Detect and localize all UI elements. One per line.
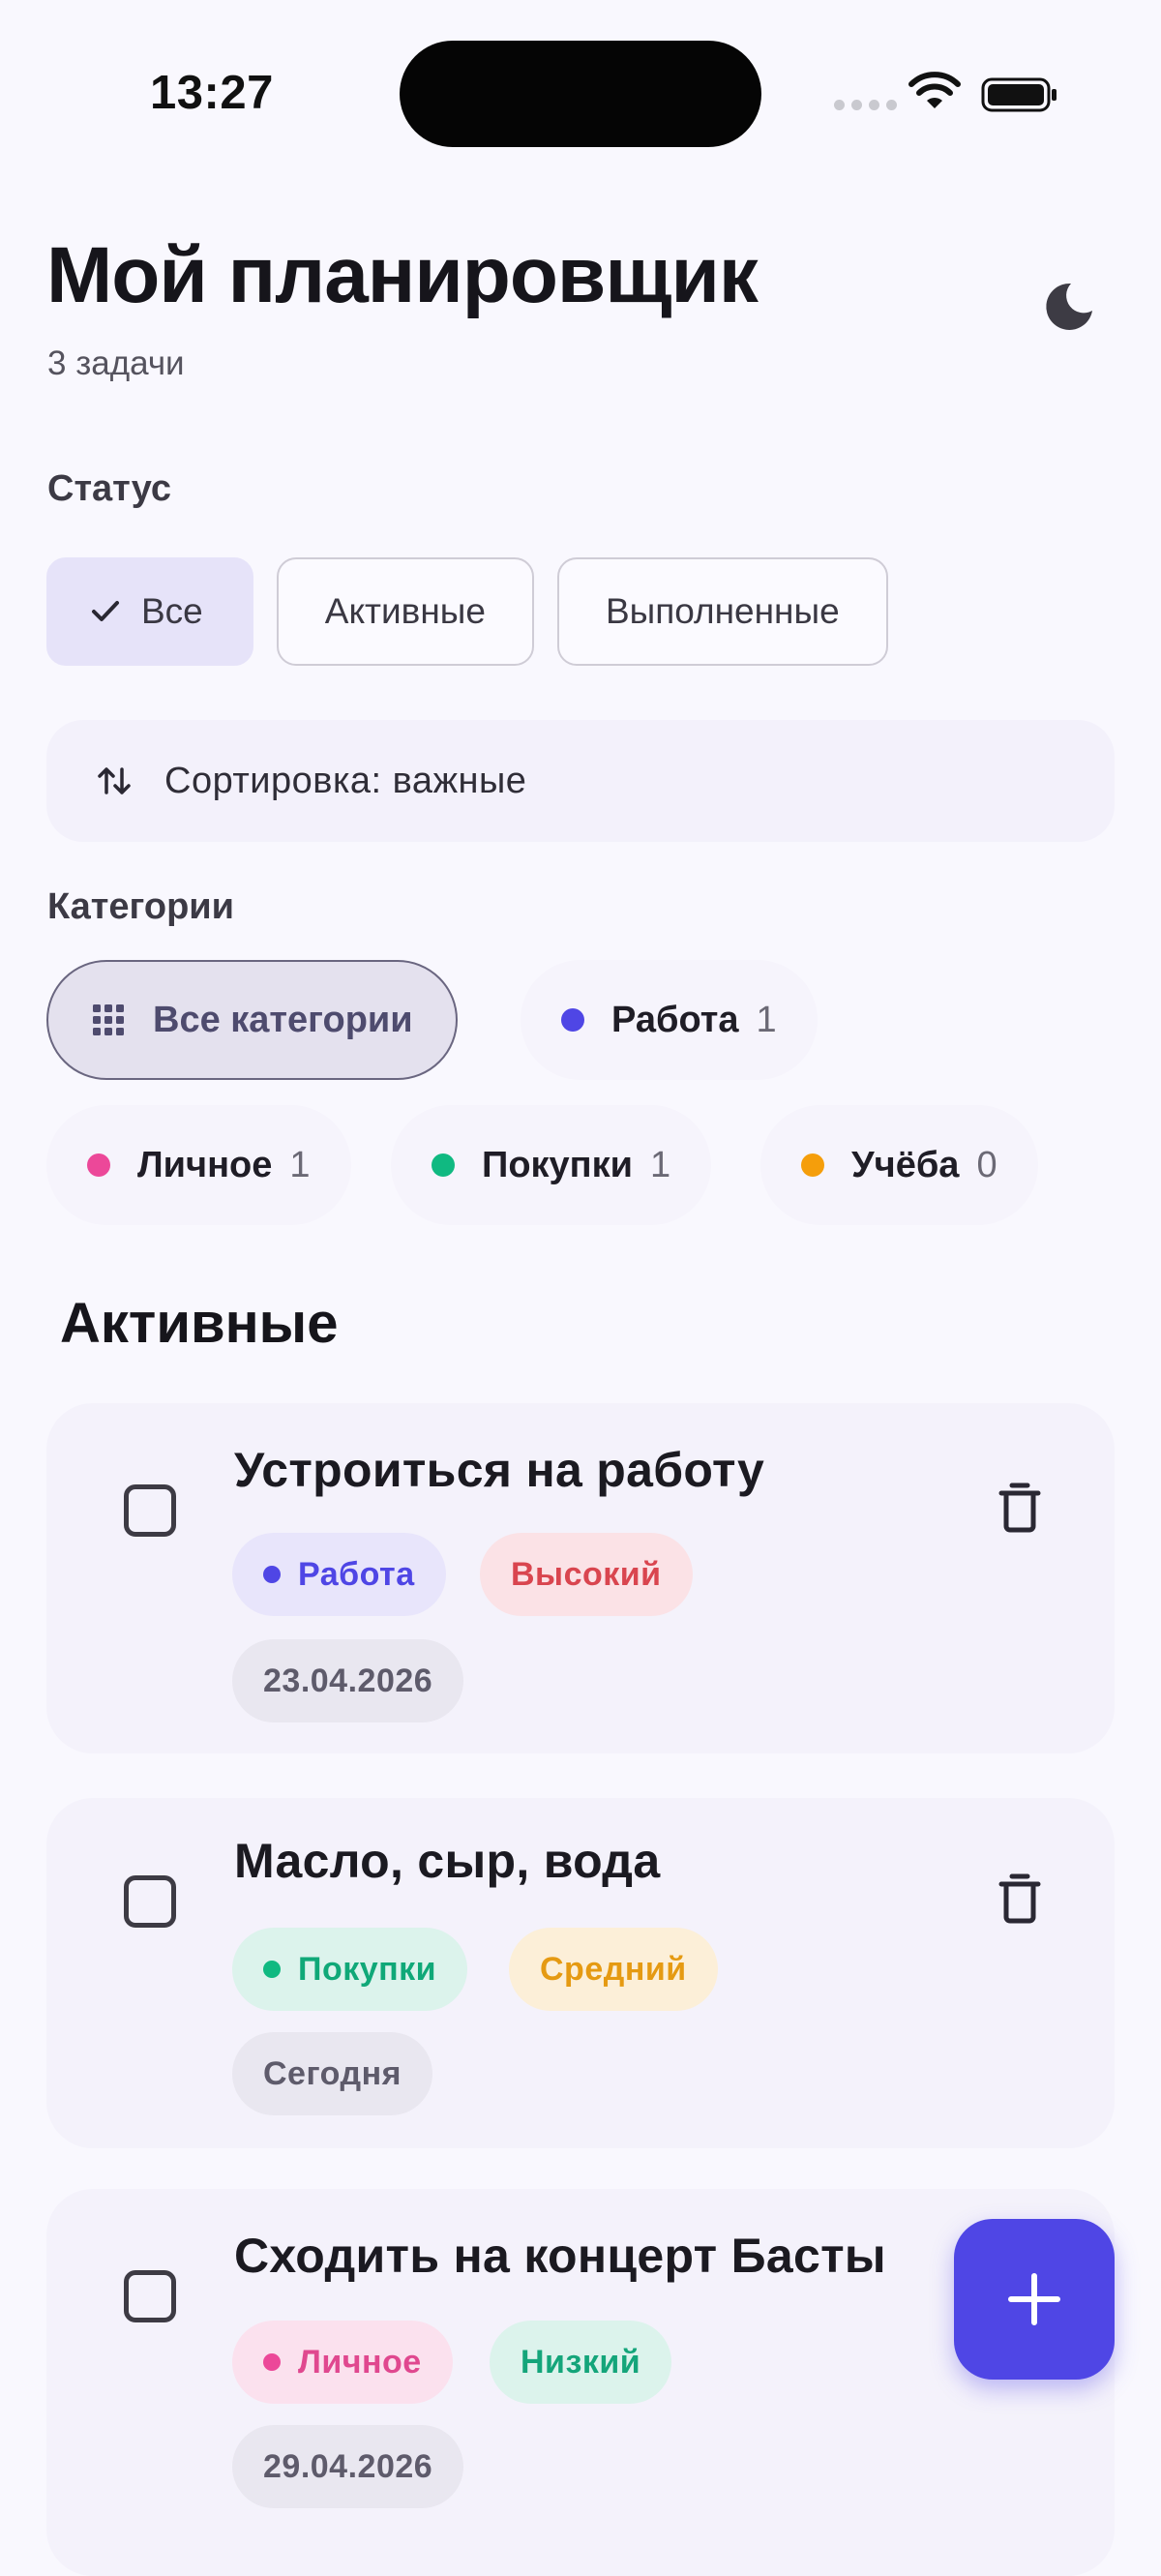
category-chip-count: 1 xyxy=(289,1144,311,1185)
status-time: 13:27 xyxy=(150,67,274,119)
task-card[interactable]: Масло, сыр, вода Покупки Средний Сегодня xyxy=(46,1798,1115,2148)
category-color-dot xyxy=(432,1153,455,1177)
category-chip-label: Покупки xyxy=(482,1144,634,1185)
page-title: Мой планировщик xyxy=(46,231,759,319)
category-chip-label: Личное xyxy=(137,1144,273,1185)
category-chip-label: Все категории xyxy=(153,999,413,1040)
battery-icon xyxy=(981,77,1057,112)
trash-icon xyxy=(998,1873,1041,1924)
task-category-label: Работа xyxy=(298,1555,415,1593)
category-chip-label: Учёба xyxy=(851,1144,960,1185)
task-priority-label: Средний xyxy=(540,1950,687,1988)
cellular-signal-icon xyxy=(834,100,897,110)
categories-section-label: Категории xyxy=(47,886,235,927)
task-priority-label: Высокий xyxy=(511,1555,662,1593)
grid-icon xyxy=(93,1004,124,1035)
category-chip-count: 0 xyxy=(976,1144,997,1185)
task-date-label: 29.04.2026 xyxy=(263,2447,433,2485)
category-color-dot xyxy=(87,1153,110,1177)
status-section-label: Статус xyxy=(47,468,172,509)
filter-completed-button[interactable]: Выполненные xyxy=(556,557,888,666)
sort-button[interactable]: Сортировка: важные xyxy=(46,720,1115,842)
category-chip-all[interactable]: Все категории xyxy=(46,960,458,1080)
theme-toggle-button[interactable] xyxy=(1035,273,1103,341)
delete-task-button[interactable] xyxy=(993,1477,1047,1537)
check-icon xyxy=(92,601,119,621)
category-chip-count: 1 xyxy=(756,999,777,1040)
category-chip-personal[interactable]: Личное 1 xyxy=(46,1105,351,1225)
task-checkbox[interactable] xyxy=(124,1875,176,1928)
task-priority-tag: Средний xyxy=(509,1928,718,2011)
task-count: 3 задачи xyxy=(47,344,185,382)
task-priority-tag: Низкий xyxy=(490,2321,672,2404)
task-date-label: 23.04.2026 xyxy=(263,1662,433,1699)
category-chip-label: Работа xyxy=(611,999,739,1040)
filter-active-button[interactable]: Активные xyxy=(276,557,534,666)
category-chip-count: 1 xyxy=(650,1144,671,1185)
task-checkbox[interactable] xyxy=(124,2270,176,2322)
task-category-tag: Личное xyxy=(232,2321,453,2404)
category-chip-shopping[interactable]: Покупки 1 xyxy=(391,1105,712,1225)
task-category-label: Личное xyxy=(298,2343,422,2381)
task-title: Масло, сыр, вода xyxy=(234,1834,661,1888)
sort-label: Сортировка: важные xyxy=(164,760,527,801)
filter-completed-label: Выполненные xyxy=(605,591,840,631)
category-chip-study[interactable]: Учёба 0 xyxy=(760,1105,1038,1225)
task-priority-label: Низкий xyxy=(521,2343,641,2381)
task-date-tag: 23.04.2026 xyxy=(232,1639,464,1722)
add-task-button[interactable] xyxy=(954,2219,1115,2380)
task-card[interactable]: Устроиться на работу Работа Высокий 23.0… xyxy=(46,1403,1115,1753)
task-category-tag: Покупки xyxy=(232,1928,468,2011)
status-bar: 13:27 xyxy=(0,0,1161,184)
task-date-tag: 29.04.2026 xyxy=(232,2425,464,2508)
task-category-tag: Работа xyxy=(232,1533,446,1616)
category-color-dot xyxy=(263,1961,281,1978)
filter-all-button[interactable]: Все xyxy=(46,557,253,666)
task-checkbox[interactable] xyxy=(124,1484,176,1537)
task-priority-tag: Высокий xyxy=(480,1533,693,1616)
dynamic-island xyxy=(400,41,761,147)
category-color-dot xyxy=(263,1566,281,1583)
filter-all-label: Все xyxy=(141,591,203,631)
task-date-label: Сегодня xyxy=(263,2054,402,2092)
trash-icon xyxy=(998,1483,1041,1533)
task-title: Сходить на концерт Басты xyxy=(234,2229,886,2283)
sort-arrows-icon xyxy=(98,767,131,794)
delete-task-button[interactable] xyxy=(993,1868,1047,1928)
task-title: Устроиться на работу xyxy=(234,1443,765,1497)
category-color-dot xyxy=(801,1153,824,1177)
active-section-heading: Активные xyxy=(60,1292,339,1355)
wifi-icon xyxy=(908,72,961,108)
filter-active-label: Активные xyxy=(324,591,486,631)
status-filter-group: Все Активные Выполненные xyxy=(46,557,888,666)
category-chip-work[interactable]: Работа 1 xyxy=(521,960,818,1080)
category-color-dot xyxy=(561,1008,584,1032)
moon-icon xyxy=(1046,283,1092,330)
plus-icon xyxy=(1008,2273,1060,2325)
category-color-dot xyxy=(263,2353,281,2371)
task-category-label: Покупки xyxy=(298,1950,437,1988)
task-date-tag: Сегодня xyxy=(232,2032,432,2115)
